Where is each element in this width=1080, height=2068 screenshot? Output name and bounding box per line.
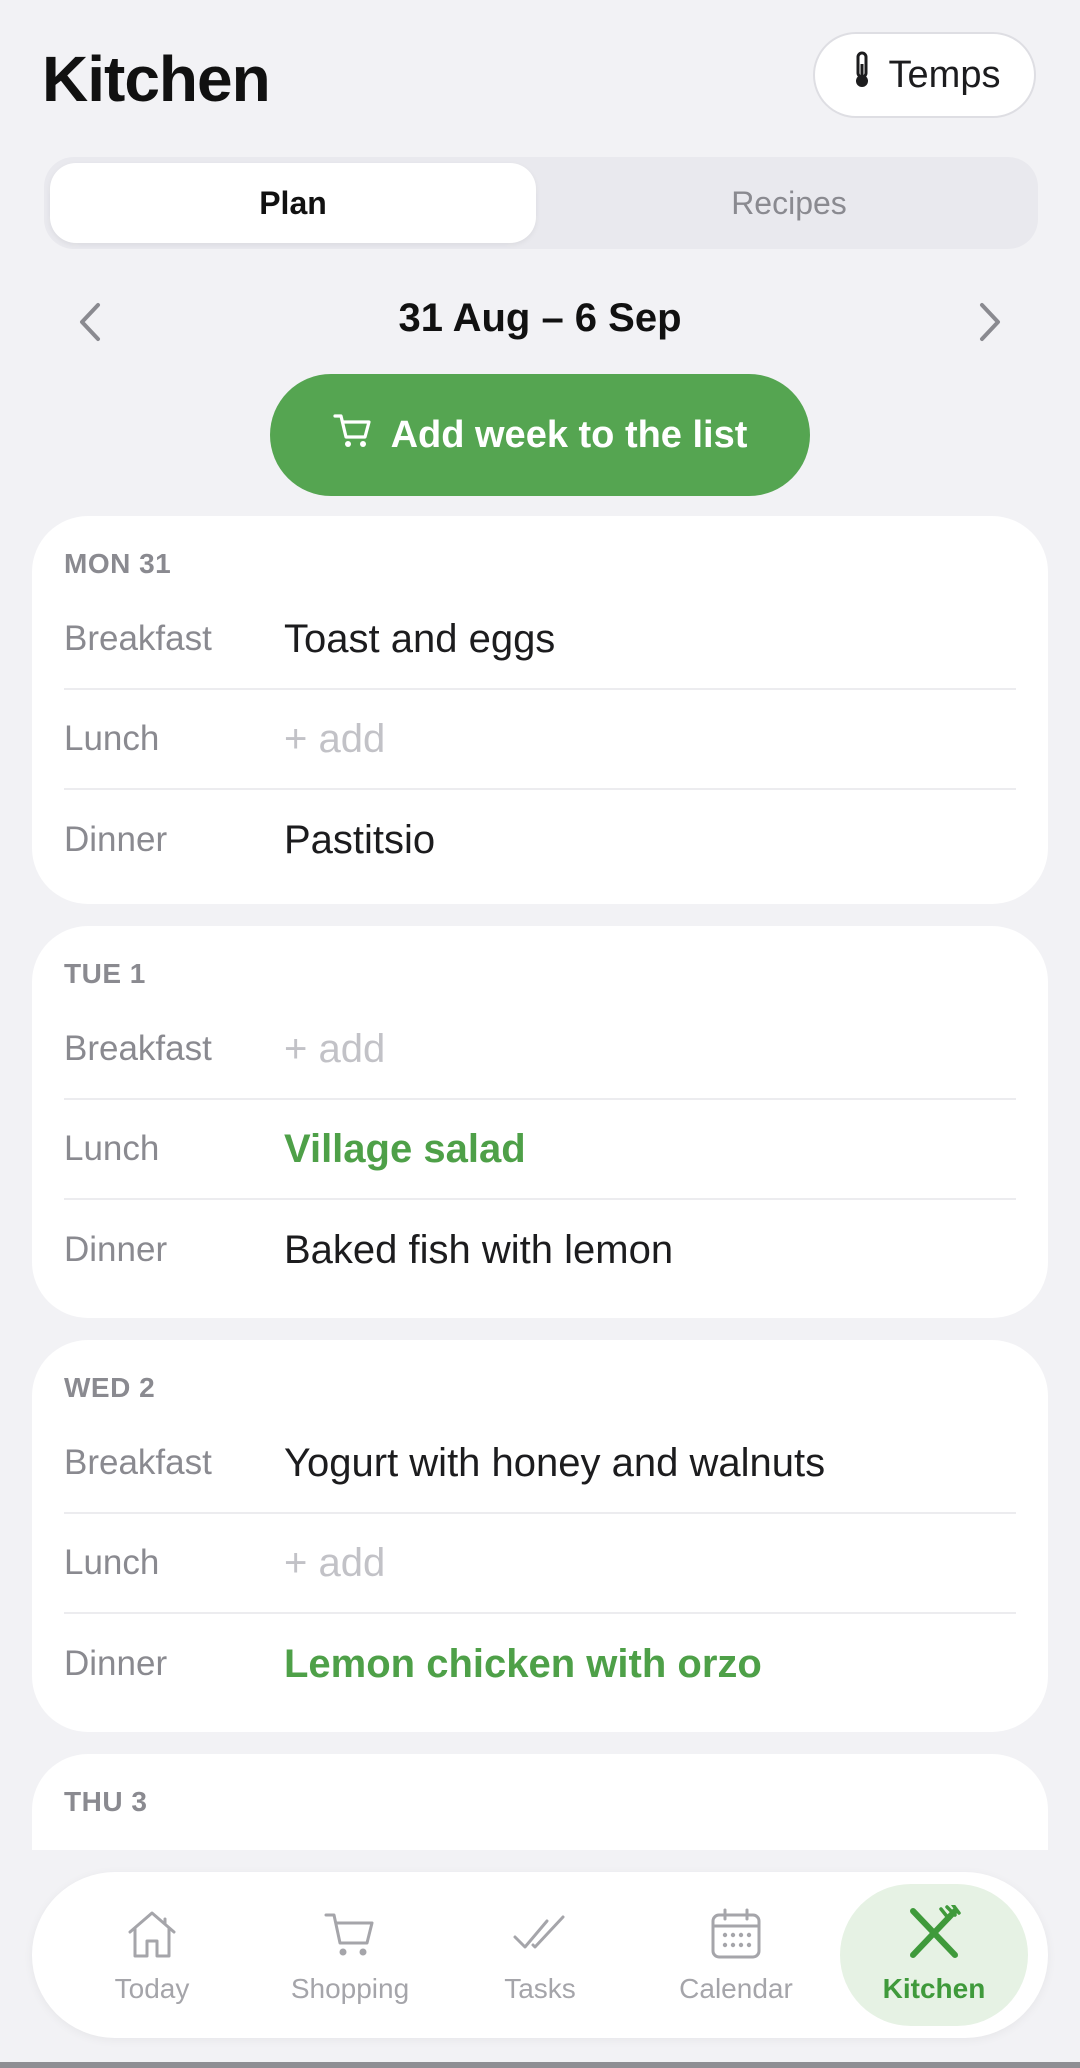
day-label: MON 31 (64, 548, 172, 579)
chevron-right-icon (980, 303, 1000, 341)
meal-row[interactable]: Dinner Baked fish with lemon (64, 1200, 1016, 1300)
meal-row[interactable]: Lunch + add (64, 1514, 1016, 1614)
cart-icon (332, 410, 373, 460)
meal-type: Dinner (64, 1644, 168, 1683)
meal-value[interactable]: Toast and eggs (284, 617, 555, 662)
nav-item-shopping[interactable]: Shopping (256, 1884, 444, 2026)
meal-type: Breakfast (64, 1029, 212, 1068)
nav-item-tasks[interactable]: Tasks (446, 1884, 634, 2026)
nav-label: Kitchen (882, 1973, 986, 2004)
meal-row[interactable]: Breakfast Yogurt with honey and walnuts (64, 1414, 1016, 1514)
nav-label: Shopping (290, 1973, 410, 2004)
plan-recipes-segmented-control: Plan Recipes (44, 157, 1038, 249)
meal-value[interactable]: Baked fish with lemon (284, 1228, 673, 1273)
double-check-icon (513, 1915, 565, 1949)
nav-label: Today (114, 1973, 190, 2004)
calendar-icon (711, 1908, 761, 1959)
nav-item-today[interactable]: Today (58, 1884, 246, 2026)
meal-type: Dinner (64, 1230, 168, 1269)
add-meal-placeholder[interactable]: + add (284, 1027, 385, 1072)
nav-label: Calendar (679, 1973, 793, 2004)
meal-type: Breakfast (64, 1443, 212, 1482)
nav-label: Tasks (504, 1973, 576, 2004)
day-card: WED 2 Breakfast Yogurt with honey and wa… (32, 1340, 1048, 1732)
day-card: TUE 1 Breakfast + add Lunch Village sala… (32, 926, 1048, 1318)
page-title: Kitchen (42, 43, 271, 115)
thermometer-icon (849, 50, 875, 100)
nav-item-calendar[interactable]: Calendar (642, 1884, 830, 2026)
day-card: MON 31 Breakfast Toast and eggs Lunch + … (32, 516, 1048, 904)
meal-row[interactable]: Breakfast + add (64, 1000, 1016, 1100)
week-range: 31 Aug – 6 Sep (398, 296, 682, 340)
recipe-link[interactable]: Village salad (284, 1127, 526, 1172)
home-indicator (0, 2062, 1080, 2068)
meal-row[interactable]: Dinner Pastitsio (64, 790, 1016, 890)
cart-icon (324, 1913, 374, 1956)
recipe-link[interactable]: Lemon chicken with orzo (284, 1642, 762, 1687)
meal-type: Lunch (64, 1129, 160, 1168)
meal-row[interactable]: Lunch + add (64, 690, 1016, 790)
temps-button[interactable]: Temps (813, 32, 1036, 118)
tab-recipes[interactable]: Recipes (546, 163, 1032, 243)
next-week-button[interactable] (960, 292, 1020, 352)
meal-row[interactable]: Dinner Lemon chicken with orzo (64, 1614, 1016, 1714)
nav-item-kitchen[interactable]: Kitchen (840, 1884, 1028, 2026)
meal-row[interactable]: Lunch Village salad (64, 1100, 1016, 1200)
kitchen-screen: Kitchen Temps Plan Recipes 31 Aug – 6 Se… (0, 0, 1080, 2068)
meal-type: Dinner (64, 820, 168, 859)
meal-value[interactable]: Yogurt with honey and walnuts (284, 1441, 825, 1486)
add-meal-placeholder[interactable]: + add (284, 1541, 385, 1586)
tab-plan[interactable]: Plan (50, 163, 536, 243)
meal-value[interactable]: Pastitsio (284, 818, 435, 863)
bottom-navigation: Today Shopping Tasks Calendar Kitchen (32, 1872, 1048, 2038)
meal-type: Breakfast (64, 619, 212, 658)
house-icon (128, 1911, 176, 1958)
meal-type: Lunch (64, 719, 160, 758)
temps-label: Temps (888, 53, 1001, 96)
meal-row[interactable]: Breakfast Toast and eggs (64, 590, 1016, 690)
day-label: TUE 1 (64, 958, 146, 989)
day-label: THU 3 (64, 1786, 148, 1817)
day-label: WED 2 (64, 1372, 156, 1403)
add-meal-placeholder[interactable]: + add (284, 717, 385, 762)
add-week-to-list-button[interactable]: Add week to the list (270, 374, 810, 496)
fork-knife-icon (910, 1905, 961, 1958)
meal-type: Lunch (64, 1543, 160, 1582)
add-week-label: Add week to the list (390, 413, 748, 456)
